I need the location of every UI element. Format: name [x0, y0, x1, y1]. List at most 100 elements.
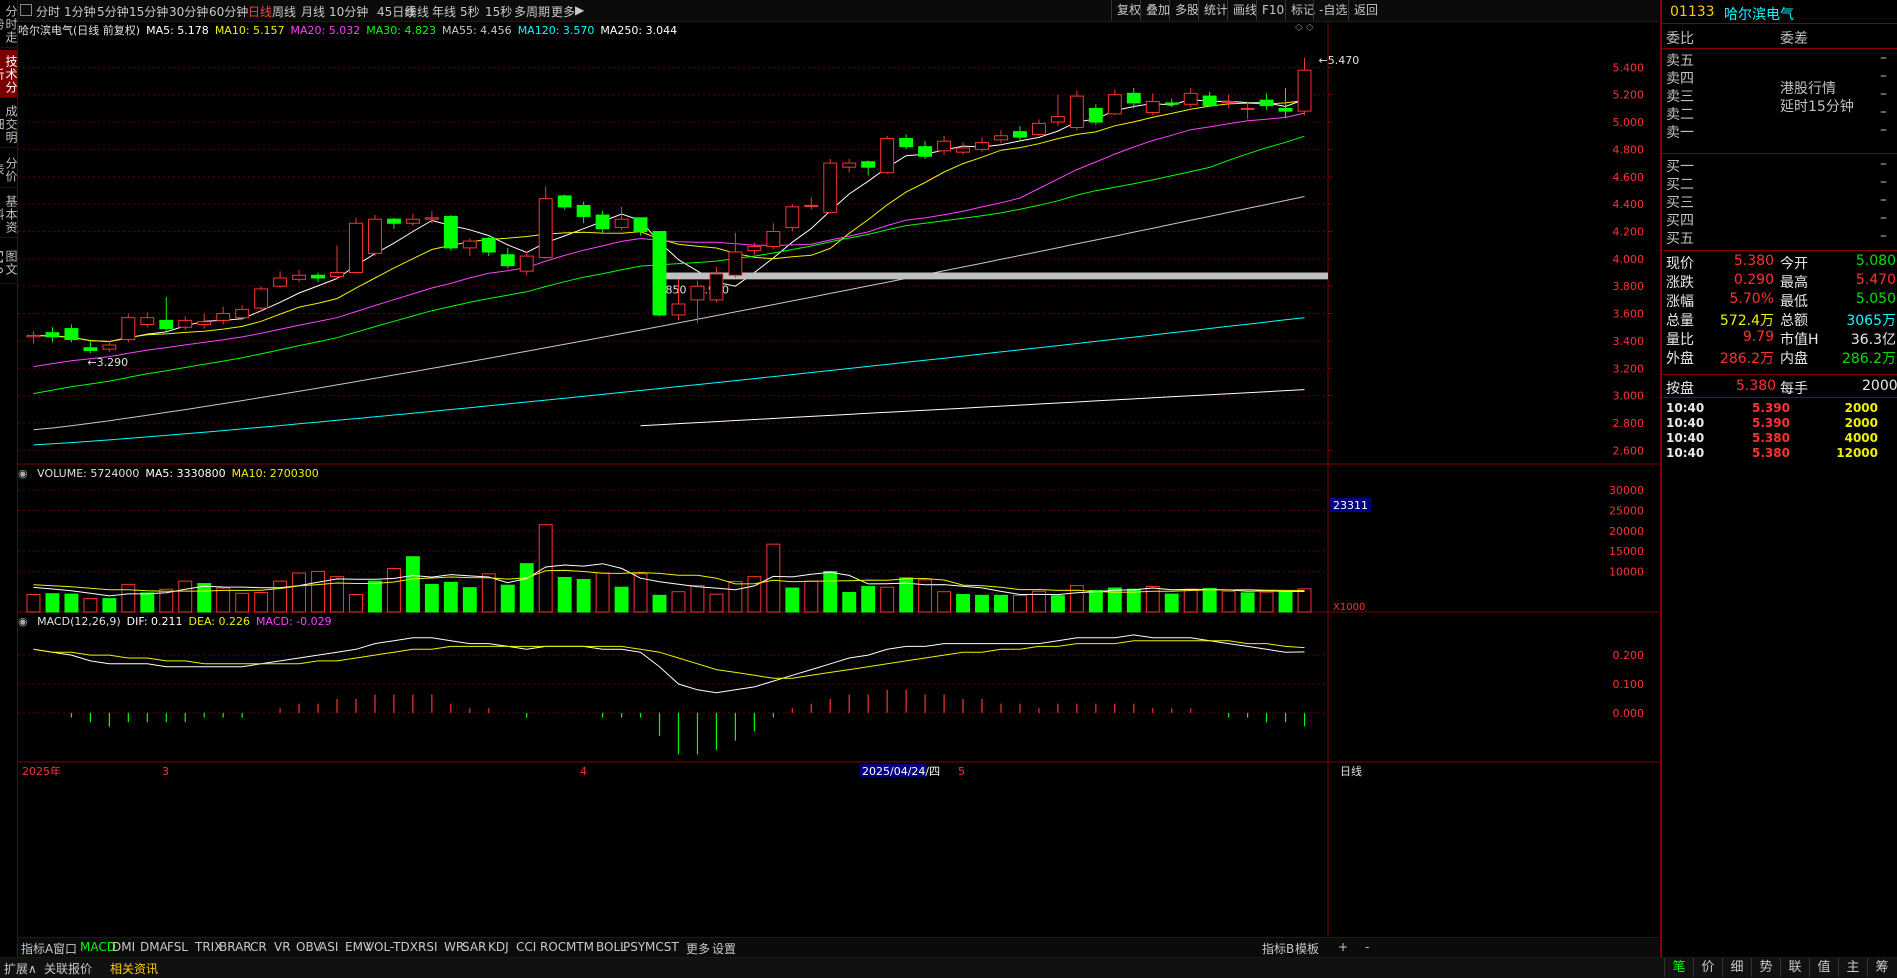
- indicator-tab-20[interactable]: MTM: [566, 940, 594, 954]
- axis-mode-label: 日线: [1340, 764, 1362, 778]
- left-tab-2[interactable]: 成交明细: [0, 100, 18, 148]
- indicator-right-2[interactable]: +: [1338, 940, 1348, 954]
- quote-tab-7[interactable]: 筹: [1867, 958, 1896, 977]
- period-9[interactable]: 10分钟: [329, 3, 368, 20]
- period-14[interactable]: 15秒: [485, 3, 512, 20]
- buy-level-2: 买二: [1666, 177, 1694, 193]
- indicator-tab-16[interactable]: SAR: [462, 940, 486, 954]
- period-2[interactable]: 5分钟: [97, 3, 129, 20]
- sell-level-4: 卖四: [1666, 71, 1694, 87]
- volume-bar: [254, 592, 269, 613]
- buy-dash-3: –: [1880, 192, 1887, 208]
- stat-3-3: 3065万: [1846, 313, 1896, 329]
- indicator-tab-14[interactable]: RSI: [418, 940, 438, 954]
- quote-tab-5[interactable]: 值: [1809, 958, 1838, 977]
- volume-bar: [785, 587, 800, 613]
- candle-body: [349, 222, 363, 274]
- bottom-bar-item-0[interactable]: 扩展∧: [4, 960, 37, 977]
- period-5[interactable]: 60分钟: [209, 3, 248, 20]
- period-3[interactable]: 15分钟: [129, 3, 168, 20]
- volume-legend-collapse-icon[interactable]: ◉: [18, 467, 28, 480]
- quote-tab-3[interactable]: 势: [1751, 958, 1780, 977]
- volume-bar: [595, 572, 610, 613]
- indicator-tab-1[interactable]: 窗口: [53, 940, 77, 957]
- tick-time-1: 10:40: [1666, 416, 1705, 430]
- candle-body: [728, 251, 743, 276]
- indicator-tab-8[interactable]: CR: [250, 940, 267, 954]
- bottom-bar-item-2[interactable]: 相关资讯: [110, 960, 158, 977]
- indicator-tab-19[interactable]: ROC: [540, 940, 566, 954]
- left-tab-3[interactable]: 分价表: [0, 150, 18, 188]
- price-label-4: 4.600: [1613, 171, 1645, 184]
- bottom-bar-item-1[interactable]: 关联报价: [44, 960, 92, 977]
- period-13[interactable]: 5秒: [460, 3, 480, 20]
- indicator-tab-25[interactable]: 设置: [712, 940, 736, 957]
- period-6[interactable]: 日线: [248, 3, 272, 20]
- candle-body: [918, 146, 933, 157]
- indicator-right-0[interactable]: 指标B: [1262, 940, 1294, 957]
- quote-tab-4[interactable]: 联: [1780, 958, 1809, 977]
- candle-body: [804, 204, 819, 207]
- toolbar-menu-icon[interactable]: [20, 4, 32, 16]
- indicator-tab-18[interactable]: CCI: [516, 940, 536, 954]
- indicator-tab-3[interactable]: DMI: [112, 940, 135, 954]
- indicator-tab-23[interactable]: MCST: [645, 940, 679, 954]
- indicator-tab-17[interactable]: KDJ: [488, 940, 509, 954]
- date-label-4: 5: [958, 765, 965, 778]
- indicator-tab-2[interactable]: MACD: [80, 940, 116, 954]
- macd-label-0: 0.200: [1613, 649, 1645, 662]
- indicator-tab-5[interactable]: FSL: [167, 940, 188, 954]
- quote-tab-0[interactable]: 笔: [1664, 958, 1693, 977]
- period-7[interactable]: 周线: [272, 3, 296, 20]
- period-8[interactable]: 月线: [301, 3, 325, 20]
- candle-body: [64, 328, 79, 341]
- period-4[interactable]: 30分钟: [169, 3, 208, 20]
- candle-body: [1278, 107, 1293, 112]
- indicator-tab-13[interactable]: VOL-TDX: [366, 940, 418, 954]
- quote-tab-6[interactable]: 主: [1838, 958, 1867, 977]
- volume-bar: [994, 594, 1008, 613]
- volume-bar: [235, 592, 250, 613]
- indicator-tab-4[interactable]: DMA: [140, 940, 168, 954]
- candle-body: [899, 137, 914, 148]
- tool-8[interactable]: 返回: [1348, 0, 1383, 20]
- volume-bar: [311, 570, 325, 613]
- indicator-right-3[interactable]: -: [1365, 940, 1369, 954]
- left-tab-4[interactable]: 基本资料: [0, 190, 18, 238]
- vol-label-4: 10000: [1609, 565, 1644, 578]
- volume-bar: [1069, 585, 1084, 613]
- indicator-right-1[interactable]: 模板: [1295, 940, 1319, 957]
- period-0[interactable]: 分时: [36, 3, 60, 20]
- indicator-tab-24[interactable]: 更多: [686, 940, 710, 957]
- price-label-3: 4.800: [1613, 143, 1645, 156]
- volume-bar: [216, 587, 231, 613]
- indicator-tab-22[interactable]: PSY: [623, 940, 645, 954]
- period-toolbar: 分时 1分钟 5分钟 15分钟 30分钟 60分钟 日线 周线 月线 10分钟 45日线 季线 年线 5秒…: [18, 0, 1659, 22]
- macd-label-2: 0.000: [1613, 707, 1645, 720]
- quote-panel: 01133 哈尔滨电气 委比 委差 卖五 – 卖四 – 卖三 – 卖二 – 卖一 – 买一 – 买二 – 买…: [1660, 0, 1897, 957]
- candle-body: [747, 246, 762, 252]
- indicator-tab-10[interactable]: OBV: [296, 940, 322, 954]
- period-16[interactable]: 更多: [551, 3, 575, 20]
- more-arrow-icon[interactable]: ▶: [575, 3, 584, 17]
- kline-chart-area[interactable]: 5.400 5.200 5.000 4.800 4.600 4.400 4.200 4.000…: [18, 22, 1659, 957]
- indicator-tab-7[interactable]: BRAR: [219, 940, 252, 954]
- quote-tab-2[interactable]: 细: [1722, 958, 1751, 977]
- macd-legend-collapse-icon[interactable]: ◉: [18, 615, 28, 628]
- indicator-tab-11[interactable]: ASI: [319, 940, 338, 954]
- period-15[interactable]: 多周期: [514, 3, 550, 20]
- tool-7[interactable]: -自选: [1313, 0, 1352, 20]
- indicator-tab-0[interactable]: 指标A: [21, 940, 53, 957]
- period-11[interactable]: 季线: [405, 3, 429, 20]
- left-tab-0[interactable]: 分时走势: [0, 0, 18, 48]
- quote-tab-1[interactable]: 价: [1693, 958, 1722, 977]
- period-12[interactable]: 年线: [432, 3, 456, 20]
- chart-canvas[interactable]: 5.400 5.200 5.000 4.800 4.600 4.400 4.200 4.000…: [18, 22, 1659, 957]
- left-tab-5[interactable]: 图文F10: [0, 240, 18, 284]
- left-tab-1[interactable]: 技术分析: [0, 50, 18, 98]
- volume-bar: [45, 593, 60, 613]
- indicator-tab-9[interactable]: VR: [274, 940, 291, 954]
- stock-name: 哈尔滨电气: [1724, 7, 1794, 23]
- candle-body: [178, 319, 193, 328]
- period-1[interactable]: 1分钟: [64, 3, 96, 20]
